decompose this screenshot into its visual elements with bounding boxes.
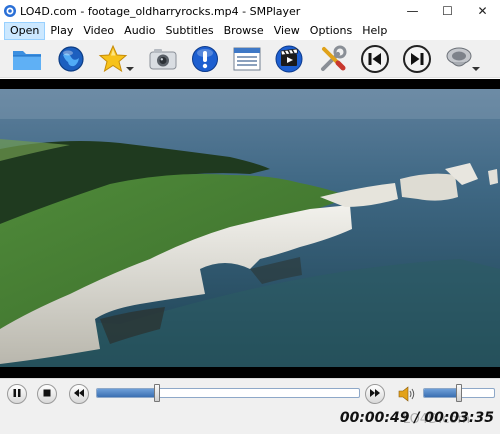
tools-icon — [318, 44, 348, 74]
maximize-button[interactable]: ☐ — [430, 0, 465, 22]
star-icon — [98, 44, 128, 74]
toolbar — [0, 40, 500, 78]
seek-bar[interactable] — [96, 388, 360, 398]
menu-subtitles[interactable]: Subtitles — [160, 22, 218, 40]
next-icon — [402, 44, 432, 74]
menu-audio[interactable]: Audio — [119, 22, 160, 40]
camera-icon — [148, 47, 178, 71]
menu-bar: Open Play Video Audio Subtitles Browse V… — [0, 22, 500, 40]
folder-icon — [11, 46, 43, 72]
status-bar: LO4D.com 00:00:49 / 00:03:35 — [0, 408, 500, 434]
playlist-icon — [232, 46, 262, 72]
volume-handle[interactable] — [456, 384, 462, 402]
control-bar — [0, 378, 500, 408]
speaker-icon — [444, 44, 474, 74]
menu-help[interactable]: Help — [357, 22, 392, 40]
screenshot-button[interactable] — [146, 43, 180, 75]
preferences-button[interactable] — [316, 43, 350, 75]
clapperboard-icon — [274, 44, 304, 74]
previous-button[interactable] — [358, 43, 392, 75]
menu-open[interactable]: Open — [4, 22, 46, 40]
rewind-icon — [73, 388, 85, 401]
video-display[interactable] — [0, 79, 500, 378]
pause-icon — [12, 388, 22, 401]
chevron-down-icon[interactable] — [472, 67, 480, 71]
menu-view[interactable]: View — [269, 22, 305, 40]
time-display: 00:00:49 / 00:03:35 — [339, 410, 494, 426]
volume-icon[interactable] — [397, 385, 417, 406]
forward-button[interactable] — [365, 384, 385, 404]
seek-handle[interactable] — [153, 384, 160, 402]
rewind-button[interactable] — [69, 384, 89, 404]
forward-icon — [369, 388, 381, 401]
stop-button[interactable] — [37, 384, 57, 404]
video-frame — [0, 79, 500, 378]
menu-browse[interactable]: Browse — [219, 22, 269, 40]
favorites-button[interactable] — [96, 43, 134, 75]
globe-icon — [57, 45, 85, 73]
menu-video[interactable]: Video — [78, 22, 119, 40]
open-url-button[interactable] — [54, 43, 88, 75]
chevron-down-icon[interactable] — [126, 67, 134, 71]
play-media-button[interactable] — [272, 43, 306, 75]
menu-options[interactable]: Options — [305, 22, 357, 40]
seek-progress — [97, 389, 158, 397]
minimize-button[interactable]: — — [395, 0, 430, 22]
pause-button[interactable] — [7, 384, 27, 404]
close-button[interactable]: ✕ — [465, 0, 500, 22]
stop-icon — [42, 388, 52, 401]
volume-level — [424, 389, 459, 397]
info-icon — [191, 45, 219, 73]
open-folder-button[interactable] — [10, 43, 44, 75]
title-bar: LO4D.com - footage_oldharryrocks.mp4 - S… — [0, 0, 500, 22]
info-button[interactable] — [188, 43, 222, 75]
app-icon — [3, 4, 17, 18]
menu-play[interactable]: Play — [45, 22, 78, 40]
playlist-button[interactable] — [230, 43, 264, 75]
previous-icon — [360, 44, 390, 74]
window-title: LO4D.com - footage_oldharryrocks.mp4 - S… — [20, 4, 301, 18]
audio-device-button[interactable] — [442, 43, 480, 75]
next-button[interactable] — [400, 43, 434, 75]
